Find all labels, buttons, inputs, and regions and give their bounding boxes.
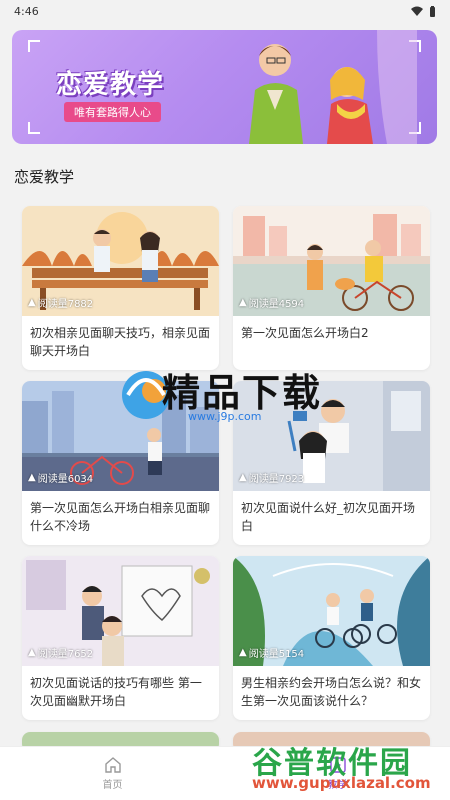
thumb-up-icon: ▲ bbox=[239, 647, 247, 658]
read-count: ▲ 阅读量7882 bbox=[28, 297, 94, 310]
article-thumbnail: ▲ 阅读量5154 bbox=[233, 556, 430, 666]
status-time: 4:46 bbox=[14, 4, 39, 18]
frame-corner bbox=[28, 40, 40, 52]
thumb-up-icon: ▲ bbox=[239, 297, 247, 308]
read-count: ▲ 阅读量7923 bbox=[239, 472, 305, 485]
gp-watermark-url: www.gupuxlazal.com bbox=[252, 774, 431, 792]
thumb-up-icon: ▲ bbox=[28, 472, 36, 483]
banner-title: 恋爱教学 bbox=[56, 70, 165, 100]
battery-icon bbox=[430, 5, 435, 17]
read-count: ▲ 阅读量7652 bbox=[28, 647, 94, 660]
status-bar: 4:46 bbox=[0, 0, 450, 22]
tab-label: 首页 bbox=[102, 780, 123, 791]
article-card[interactable]: ▲ 阅读量4594 第一次见面怎么开场白2 bbox=[233, 206, 430, 370]
couple-illustration bbox=[249, 30, 417, 144]
frame-corner bbox=[28, 122, 40, 134]
article-card[interactable]: ▲ 阅读量7652 初次见面说话的技巧有哪些 第一次见面幽默开场白 bbox=[22, 556, 219, 720]
article-thumbnail: ▲ 阅读量4594 bbox=[233, 206, 430, 316]
banner[interactable]: 恋爱教学 唯有套路得人心 bbox=[12, 30, 437, 144]
read-count: ▲ 阅读量6034 bbox=[28, 472, 94, 485]
banner-subtitle: 唯有套路得人心 bbox=[64, 102, 161, 122]
section-title: 恋爱教学 bbox=[14, 168, 75, 186]
thumb-up-icon: ▲ bbox=[239, 472, 247, 483]
article-title: 第一次见面怎么开场白相亲见面聊什么不冷场 bbox=[30, 501, 211, 533]
jp-watermark-url: www.j9p.com bbox=[188, 410, 262, 423]
article-title: 初次见面说什么好_初次见面开场白 bbox=[241, 501, 416, 533]
tab-home[interactable]: 首页 bbox=[0, 747, 225, 800]
status-icons bbox=[411, 5, 436, 17]
article-title: 男生相亲约会开场白怎么说？和女生第一次见面该说什么？ bbox=[241, 676, 422, 708]
read-count: ▲ 阅读量5154 bbox=[239, 647, 305, 660]
wifi-icon bbox=[411, 6, 423, 16]
article-thumbnail: ▲ 阅读量7882 bbox=[22, 206, 219, 316]
home-icon bbox=[104, 757, 121, 773]
thumb-up-icon: ▲ bbox=[28, 297, 36, 308]
article-title: 初次见面说话的技巧有哪些 第一次见面幽默开场白 bbox=[30, 676, 202, 708]
article-card[interactable]: ▲ 阅读量5154 男生相亲约会开场白怎么说？和女生第一次见面该说什么？ bbox=[233, 556, 430, 720]
thumb-up-icon: ▲ bbox=[28, 647, 36, 658]
article-thumbnail: ▲ 阅读量7652 bbox=[22, 556, 219, 666]
read-count: ▲ 阅读量4594 bbox=[239, 297, 305, 310]
article-card[interactable]: ▲ 阅读量7882 初次相亲见面聊天技巧，相亲见面聊天开场白 bbox=[22, 206, 219, 370]
jp-watermark-text: 精品下载 bbox=[162, 371, 323, 415]
